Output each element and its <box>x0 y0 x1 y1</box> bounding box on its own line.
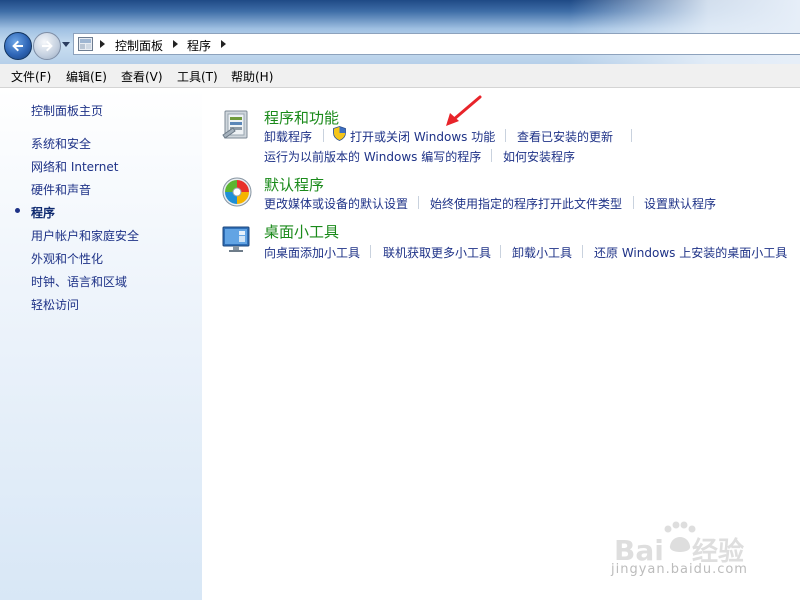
menu-view[interactable]: 查看(V) <box>121 68 163 85</box>
current-page-bullet-icon <box>15 208 20 213</box>
recent-pages-dropdown-icon[interactable] <box>62 42 70 47</box>
sidebar-control-panel-home[interactable]: 控制面板主页 <box>31 102 103 119</box>
link-separator <box>505 129 506 142</box>
link-separator <box>418 196 419 209</box>
uac-shield-icon <box>333 126 346 141</box>
annotation-arrow-icon <box>446 95 482 126</box>
link-add-gadgets[interactable]: 向桌面添加小工具 <box>264 244 360 261</box>
sidebar-item-ease-of-access[interactable]: 轻松访问 <box>31 296 79 313</box>
sidebar-item-user-accounts[interactable]: 用户帐户和家庭安全 <box>31 227 139 244</box>
link-restore-gadgets[interactable]: 还原 Windows 上安装的桌面小工具 <box>594 244 787 261</box>
link-change-media-defaults[interactable]: 更改媒体或设备的默认设置 <box>264 195 408 212</box>
breadcrumb-separator-icon[interactable] <box>221 40 226 48</box>
link-set-default-programs[interactable]: 设置默认程序 <box>644 195 716 212</box>
menu-edit[interactable]: 编辑(E) <box>66 68 107 85</box>
link-separator <box>633 196 634 209</box>
menu-help[interactable]: 帮助(H) <box>231 68 273 85</box>
forward-arrow-icon <box>42 40 53 52</box>
programs-features-icon[interactable] <box>221 108 253 140</box>
forward-button[interactable] <box>33 32 61 60</box>
sidebar-item-appearance[interactable]: 外观和个性化 <box>31 250 103 267</box>
link-separator <box>323 129 324 142</box>
category-title-default-programs[interactable]: 默认程序 <box>264 174 324 195</box>
breadcrumb-programs[interactable]: 程序 <box>187 37 211 54</box>
link-separator <box>631 129 632 142</box>
baidu-jingyan-watermark-icon: Bai 经验 <box>614 521 744 566</box>
link-get-more-gadgets[interactable]: 联机获取更多小工具 <box>383 244 491 261</box>
sidebar-item-system-security[interactable]: 系统和安全 <box>31 135 91 152</box>
sidebar-item-clock-language-region[interactable]: 时钟、语言和区域 <box>31 273 127 290</box>
link-separator <box>370 245 371 258</box>
back-button[interactable] <box>4 32 32 60</box>
category-title-desktop-gadgets[interactable]: 桌面小工具 <box>264 221 339 242</box>
link-file-type-association[interactable]: 始终使用指定的程序打开此文件类型 <box>430 195 622 212</box>
link-separator <box>491 149 492 162</box>
back-arrow-icon <box>12 40 23 52</box>
menu-bar: 文件(F) 编辑(E) 查看(V) 工具(T) 帮助(H) <box>0 64 800 88</box>
menu-tools[interactable]: 工具(T) <box>177 68 218 85</box>
link-uninstall-gadget[interactable]: 卸载小工具 <box>512 244 572 261</box>
sidebar-item-network-internet[interactable]: 网络和 Internet <box>31 158 118 175</box>
link-run-older-programs[interactable]: 运行为以前版本的 Windows 编写的程序 <box>264 148 481 165</box>
link-separator <box>582 245 583 258</box>
category-title-programs-features[interactable]: 程序和功能 <box>264 107 339 128</box>
breadcrumb-separator-icon[interactable] <box>173 40 178 48</box>
watermark-url: jingyan.baidu.com <box>611 562 748 577</box>
control-panel-icon <box>78 37 93 51</box>
sidebar-item-programs[interactable]: 程序 <box>31 204 55 221</box>
address-bar[interactable]: 控制面板 程序 <box>73 33 800 55</box>
link-turn-windows-features[interactable]: 打开或关闭 Windows 功能 <box>350 128 495 145</box>
breadcrumb-separator-icon[interactable] <box>100 40 105 48</box>
breadcrumb-control-panel[interactable]: 控制面板 <box>115 37 163 54</box>
link-separator <box>500 245 501 258</box>
menu-file[interactable]: 文件(F) <box>11 68 51 85</box>
link-uninstall-program[interactable]: 卸载程序 <box>264 128 312 145</box>
default-programs-icon[interactable] <box>221 176 253 208</box>
desktop-gadgets-icon[interactable] <box>221 223 253 255</box>
sidebar-item-hardware-sound[interactable]: 硬件和声音 <box>31 181 91 198</box>
link-view-installed-updates[interactable]: 查看已安装的更新 <box>517 128 613 145</box>
link-how-to-install-program[interactable]: 如何安装程序 <box>503 148 575 165</box>
